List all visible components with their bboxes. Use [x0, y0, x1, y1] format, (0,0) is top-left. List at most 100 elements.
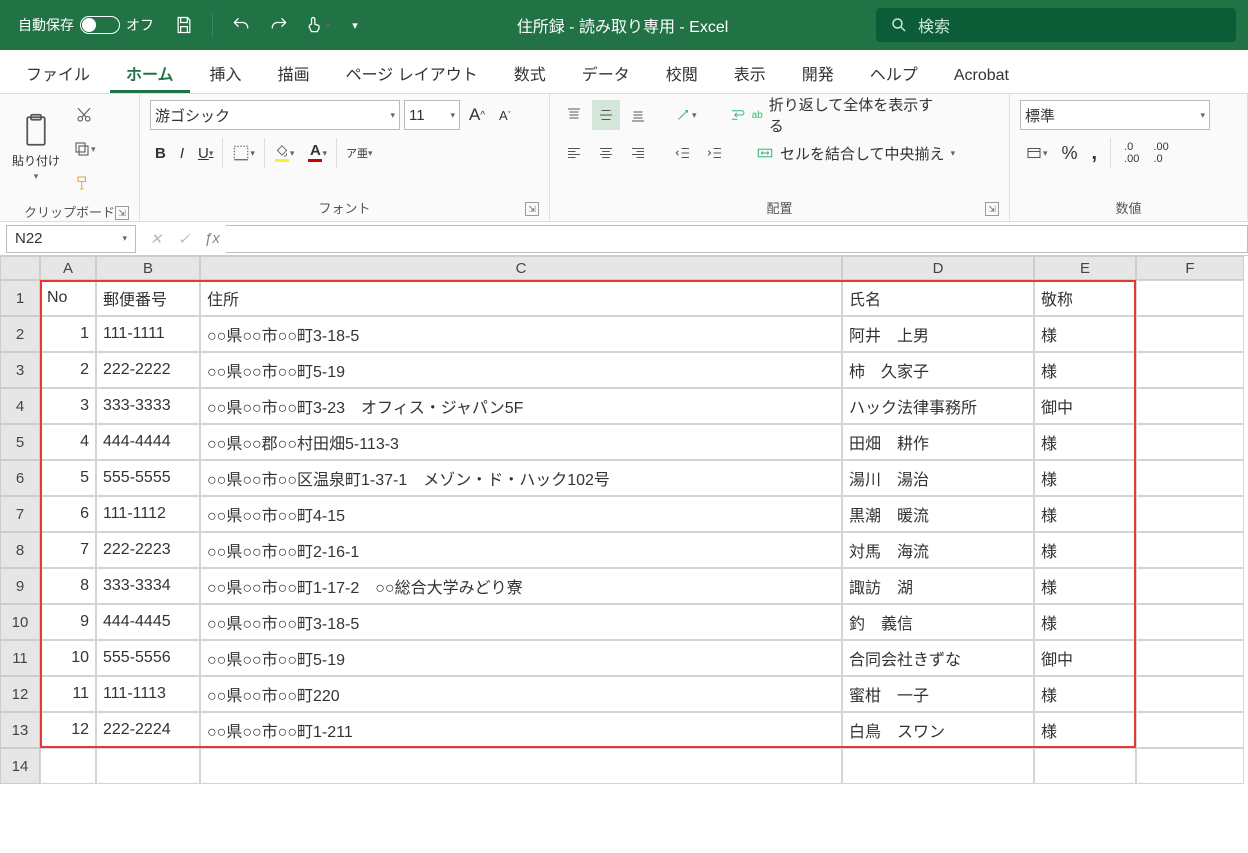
tab-data[interactable]: データ [566, 51, 646, 93]
cell[interactable]: 8 [40, 568, 96, 604]
cell[interactable] [1136, 460, 1244, 496]
number-format-combo[interactable]: 標準▾ [1020, 100, 1210, 130]
cell[interactable]: 蜜柑 一子 [842, 676, 1034, 712]
cell[interactable]: No [40, 280, 96, 316]
underline-button[interactable]: U▾ [193, 138, 218, 168]
cell[interactable]: 1 [40, 316, 96, 352]
cell[interactable]: 様 [1034, 676, 1136, 712]
align-top-button[interactable] [560, 100, 588, 130]
cell[interactable]: ハック法律事務所 [842, 388, 1034, 424]
cell[interactable]: 対馬 海流 [842, 532, 1034, 568]
borders-button[interactable]: ▾ [227, 138, 260, 168]
cell[interactable]: ○○県○○市○○町1-17-2 ○○総合大学みどり寮 [200, 568, 842, 604]
cell[interactable]: 7 [40, 532, 96, 568]
merge-center-button[interactable]: セルを結合して中央揃え▾ [751, 138, 971, 168]
font-name-combo[interactable]: 游ゴシック▾ [150, 100, 400, 130]
cell[interactable]: 333-3333 [96, 388, 200, 424]
cell[interactable]: 5 [40, 460, 96, 496]
accounting-format-button[interactable]: ▾ [1020, 138, 1053, 168]
tab-help[interactable]: ヘルプ [854, 51, 934, 93]
cell[interactable] [1136, 604, 1244, 640]
cell[interactable]: 合同会社きずな [842, 640, 1034, 676]
row-header[interactable]: 5 [0, 424, 40, 460]
cell[interactable]: 11 [40, 676, 96, 712]
orientation-button[interactable]: ▾ [669, 100, 702, 130]
cell[interactable]: 様 [1034, 496, 1136, 532]
align-bottom-button[interactable] [624, 100, 652, 130]
col-header[interactable]: D [842, 256, 1034, 280]
align-middle-button[interactable] [592, 100, 620, 130]
wrap-text-button[interactable]: ab折り返して全体を表示する [724, 100, 944, 130]
cell[interactable] [1136, 388, 1244, 424]
cell[interactable]: 6 [40, 496, 96, 532]
cell[interactable] [1136, 748, 1244, 784]
clipboard-launcher[interactable]: ⇲ [115, 206, 129, 220]
percent-button[interactable]: % [1057, 138, 1083, 168]
tab-view[interactable]: 表示 [718, 51, 782, 93]
tab-formulas[interactable]: 数式 [498, 51, 562, 93]
cell[interactable]: 444-4445 [96, 604, 200, 640]
cell[interactable]: 12 [40, 712, 96, 748]
cell[interactable]: 333-3334 [96, 568, 200, 604]
cell[interactable]: 郵便番号 [96, 280, 200, 316]
cell[interactable]: 様 [1034, 424, 1136, 460]
fx-icon[interactable]: ƒx [198, 230, 226, 247]
cell[interactable]: ○○県○○市○○町5-19 [200, 352, 842, 388]
decrease-indent-button[interactable] [669, 138, 697, 168]
cell[interactable]: ○○県○○市○○町220 [200, 676, 842, 712]
row-header[interactable]: 10 [0, 604, 40, 640]
bold-button[interactable]: B [150, 138, 171, 168]
col-header[interactable]: A [40, 256, 96, 280]
cell[interactable]: 4 [40, 424, 96, 460]
fill-color-button[interactable]: ▾ [269, 138, 300, 168]
row-header[interactable]: 9 [0, 568, 40, 604]
cell[interactable]: ○○県○○市○○町3-18-5 [200, 316, 842, 352]
cell[interactable]: 様 [1034, 604, 1136, 640]
cell[interactable]: 田畑 耕作 [842, 424, 1034, 460]
undo-icon[interactable] [227, 11, 255, 39]
tab-page-layout[interactable]: ページ レイアウト [330, 51, 494, 93]
cell[interactable] [842, 748, 1034, 784]
search-box[interactable]: 検索 [876, 8, 1236, 42]
cell[interactable] [1136, 676, 1244, 712]
cell[interactable]: ○○県○○郡○○村田畑5-113-3 [200, 424, 842, 460]
tab-developer[interactable]: 開発 [786, 51, 850, 93]
cell[interactable]: ○○県○○市○○町5-19 [200, 640, 842, 676]
cell[interactable]: 様 [1034, 316, 1136, 352]
cell[interactable]: 御中 [1034, 388, 1136, 424]
worksheet-grid[interactable]: ABCDEF1No郵便番号住所氏名敬称21111-1111○○県○○市○○町3-… [0, 256, 1248, 784]
cell[interactable] [1136, 352, 1244, 388]
cell[interactable]: 阿井 上男 [842, 316, 1034, 352]
touch-mode-icon[interactable]: ▾ [303, 11, 331, 39]
align-center-button[interactable] [592, 138, 620, 168]
cell[interactable]: 222-2223 [96, 532, 200, 568]
paste-button[interactable]: 貼り付け ▾ [10, 100, 62, 182]
cell[interactable]: 様 [1034, 352, 1136, 388]
cell[interactable] [200, 748, 842, 784]
cell[interactable]: 様 [1034, 532, 1136, 568]
italic-button[interactable]: I [175, 138, 189, 168]
tab-home[interactable]: ホーム [110, 51, 190, 93]
row-header[interactable]: 8 [0, 532, 40, 568]
tab-insert[interactable]: 挿入 [194, 51, 258, 93]
align-left-button[interactable] [560, 138, 588, 168]
font-launcher[interactable]: ⇲ [525, 202, 539, 216]
phonetic-button[interactable]: ア亜▾ [341, 138, 378, 168]
tab-review[interactable]: 校閲 [650, 51, 714, 93]
cell[interactable]: 111-1112 [96, 496, 200, 532]
cell[interactable]: 9 [40, 604, 96, 640]
col-header[interactable]: B [96, 256, 200, 280]
cell[interactable]: 住所 [200, 280, 842, 316]
row-header[interactable]: 11 [0, 640, 40, 676]
col-header[interactable]: F [1136, 256, 1244, 280]
cell[interactable] [1136, 424, 1244, 460]
redo-icon[interactable] [265, 11, 293, 39]
row-header[interactable]: 7 [0, 496, 40, 532]
col-header[interactable]: C [200, 256, 842, 280]
cell[interactable]: 御中 [1034, 640, 1136, 676]
name-box[interactable]: N22▾ [6, 225, 136, 253]
cell[interactable]: 柿 久家子 [842, 352, 1034, 388]
formula-input[interactable] [226, 225, 1248, 253]
cell[interactable]: 111-1113 [96, 676, 200, 712]
cell[interactable]: 111-1111 [96, 316, 200, 352]
